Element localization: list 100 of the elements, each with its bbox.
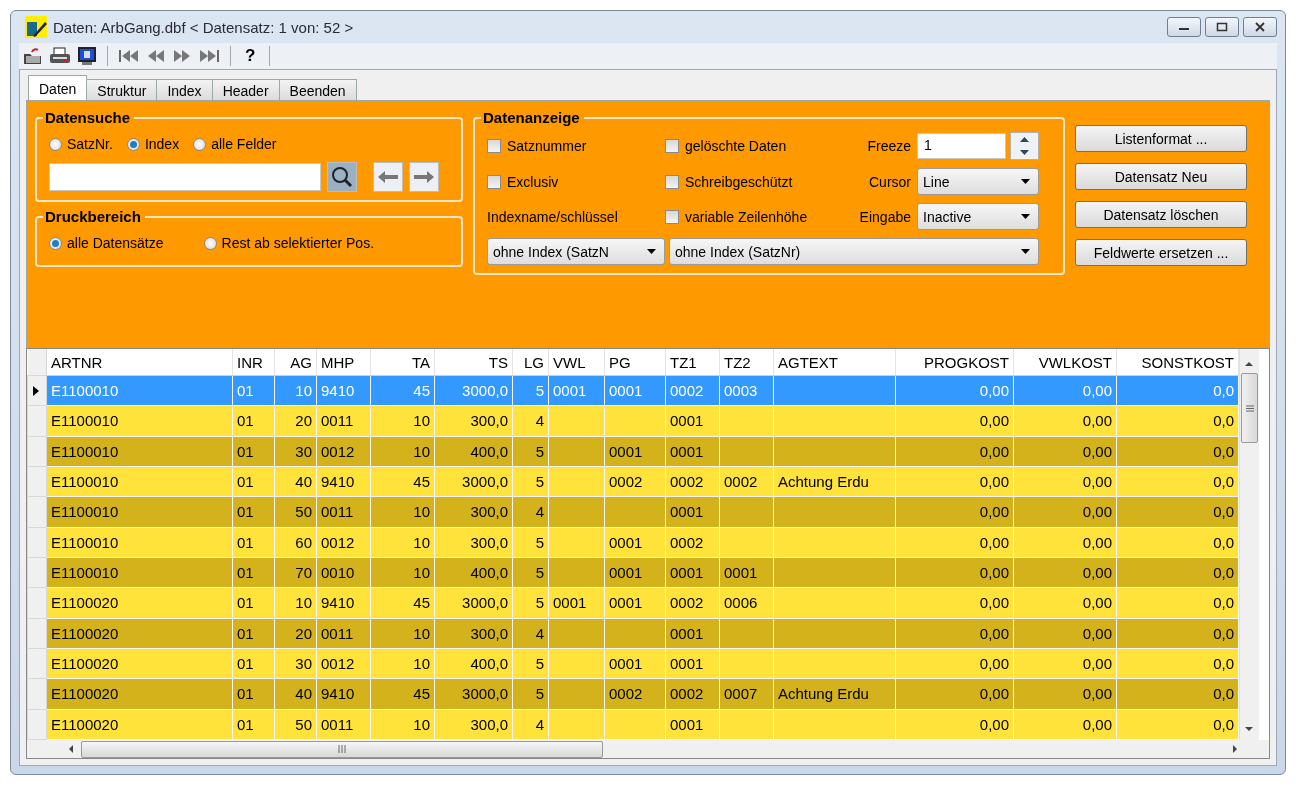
table-cell: 01	[237, 442, 254, 460]
column-header[interactable]: AGTEXT	[773, 349, 896, 376]
next-record-icon[interactable]	[172, 48, 192, 64]
radio-icon[interactable]	[49, 236, 62, 250]
spinner-button[interactable]	[1009, 132, 1039, 160]
table-row[interactable]: E1100010 01 20 0011 10 300,0 4 0001 0,00 0,00 0,0	[27, 405, 1239, 437]
previous-record-icon[interactable]	[146, 48, 166, 64]
radio-icon[interactable]	[49, 137, 62, 151]
table-row[interactable]: E1100010 01 70 0010 10 400,0 5 0001 0001 0001 0,00 0,00 0,0	[27, 557, 1239, 588]
scroll-down-icon[interactable]	[1245, 724, 1254, 734]
checkbox-icon[interactable]	[665, 209, 679, 224]
checkbox-option[interactable]: Satznummer	[487, 138, 665, 154]
column-header[interactable]: MHP	[316, 349, 371, 376]
action-button[interactable]: Datensatz löschen	[1075, 201, 1247, 228]
last-record-icon[interactable]	[198, 48, 220, 64]
radio-option[interactable]: Index	[126, 136, 180, 152]
close-button[interactable]	[1243, 17, 1277, 37]
checkbox-icon[interactable]	[665, 174, 679, 189]
table-cell: Achtung Erdu	[778, 473, 869, 491]
maximize-button[interactable]	[1205, 17, 1239, 37]
forward-arrow-button[interactable]	[409, 162, 439, 192]
index-key-dropdown[interactable]: ohne Index (SatzNr)	[669, 238, 1039, 265]
radio-icon[interactable]	[203, 236, 217, 250]
printer-icon[interactable]	[49, 47, 71, 65]
table-cell: 10	[295, 382, 312, 400]
table-cell: 9410	[321, 685, 355, 703]
table-cell: 01	[237, 715, 254, 733]
tab[interactable]: Header	[211, 79, 280, 100]
column-header[interactable]: VWL	[548, 349, 605, 376]
table-row[interactable]: E1100010 01 50 0011 10 300,0 4 0001 0,00 0,00 0,0	[27, 496, 1239, 528]
column-header[interactable]: LG	[512, 349, 549, 376]
column-header[interactable]: SONSTKOST	[1116, 349, 1239, 376]
checkbox-option[interactable]: Schreibgeschützt	[665, 173, 837, 190]
first-record-icon[interactable]	[118, 48, 140, 64]
monitor-icon[interactable]	[77, 46, 97, 66]
horizontal-scrollbar[interactable]	[27, 740, 1269, 758]
search-button[interactable]	[327, 162, 357, 192]
back-arrow-button[interactable]	[373, 162, 403, 192]
checkbox-option[interactable]: Exclusiv	[487, 173, 665, 190]
column-header[interactable]: AG	[274, 349, 317, 376]
column-header[interactable]: TZ2	[719, 349, 774, 376]
column-header[interactable]: ARTNR	[46, 349, 233, 376]
table-row[interactable]: E1100020 01 50 0011 10 300,0 4 0001 0,00 0,00 0,0	[27, 709, 1239, 740]
table-row[interactable]: E1100020 01 40 9410 45 3000,0 5 0002 0002 0007 Achtung Erdu 0,00 0,00 0,0	[27, 678, 1239, 710]
scroll-right-icon[interactable]	[1231, 744, 1239, 754]
index-name-dropdown[interactable]: ohne Index (SatzN	[487, 238, 665, 265]
scroll-thumb[interactable]	[81, 740, 603, 758]
tab[interactable]: Beenden	[278, 79, 357, 100]
cursor-dropdown[interactable]: Line	[917, 168, 1039, 195]
help-button[interactable]: ?	[241, 46, 260, 66]
scroll-thumb[interactable]	[1241, 373, 1258, 443]
tab[interactable]: Daten	[28, 75, 88, 100]
checkbox-option[interactable]: gelöschte Daten	[665, 138, 837, 154]
table-cell: 9410	[321, 382, 355, 400]
radio-option[interactable]: alle Datensätze	[49, 235, 164, 251]
freeze-field[interactable]: 1	[917, 133, 1006, 159]
column-header[interactable]: PG	[604, 349, 666, 376]
radio-option[interactable]: Rest ab selektierter Pos.	[203, 235, 375, 251]
action-button[interactable]: Listenformat ...	[1075, 125, 1247, 152]
table-cell: E1100010	[51, 473, 119, 491]
table-row[interactable]: E1100020 01 10 9410 45 3000,0 5 0001 0001 0002 0006 0,00 0,00 0,0	[27, 587, 1239, 619]
checkbox-icon[interactable]	[487, 174, 501, 189]
open-folder-icon[interactable]	[23, 47, 43, 65]
table-cell: 4	[535, 715, 544, 733]
search-field[interactable]	[49, 163, 321, 191]
column-header[interactable]: VWLKOST	[1013, 349, 1117, 376]
scroll-up-icon[interactable]	[1245, 359, 1254, 369]
tab[interactable]: Index	[156, 79, 213, 100]
column-header[interactable]: TS	[434, 349, 513, 376]
table-cell: 400,0	[470, 442, 508, 460]
table-cell: E1100020	[51, 715, 119, 733]
table-cell: E1100020	[51, 655, 119, 673]
tab[interactable]: Struktur	[86, 79, 158, 100]
radio-option[interactable]: alle Felder	[193, 136, 277, 152]
checkbox-icon[interactable]	[665, 139, 679, 153]
checkbox-option[interactable]: variable Zeilenhöhe	[665, 208, 837, 225]
search-icon	[330, 165, 354, 189]
column-header[interactable]: TA	[370, 349, 435, 376]
table-cell: 01	[237, 382, 254, 400]
vertical-scrollbar[interactable]	[1239, 349, 1259, 740]
table-row[interactable]: E1100010 01 30 0012 10 400,0 5 0001 0001 0,00 0,00 0,0	[27, 436, 1239, 467]
radio-icon[interactable]	[193, 137, 207, 151]
table-cell: 0001	[670, 564, 704, 582]
table-row[interactable]: E1100020 01 30 0012 10 400,0 5 0001 0001 0,00 0,00 0,0	[27, 648, 1239, 679]
column-header[interactable]: TZ1	[665, 349, 720, 376]
table-cell: 0011	[321, 715, 354, 733]
action-button[interactable]: Feldwerte ersetzen ...	[1075, 239, 1247, 266]
checkbox-icon[interactable]	[487, 139, 501, 153]
column-header[interactable]: PROGKOST	[895, 349, 1014, 376]
table-cell: 0,00	[1082, 624, 1112, 642]
action-button[interactable]: Datensatz Neu	[1075, 163, 1247, 190]
table-row[interactable]: E1100010 01 60 0012 10 300,0 5 0001 0002 0,00 0,00 0,0	[27, 527, 1239, 558]
column-header[interactable]: INR	[232, 349, 275, 376]
radio-option[interactable]: SatzNr.	[49, 136, 113, 152]
radio-icon[interactable]	[126, 137, 140, 151]
minimize-button[interactable]	[1167, 17, 1201, 37]
scroll-left-icon[interactable]	[67, 744, 75, 754]
input-mode-dropdown[interactable]: Inactive	[917, 203, 1039, 230]
table-row[interactable]: E1100020 01 20 0011 10 300,0 4 0001 0,00 0,00 0,0	[27, 618, 1239, 649]
table-row[interactable]: E1100010 01 40 9410 45 3000,0 5 0002 0002 0002 Achtung Erdu 0,00 0,00 0,0	[27, 466, 1239, 497]
